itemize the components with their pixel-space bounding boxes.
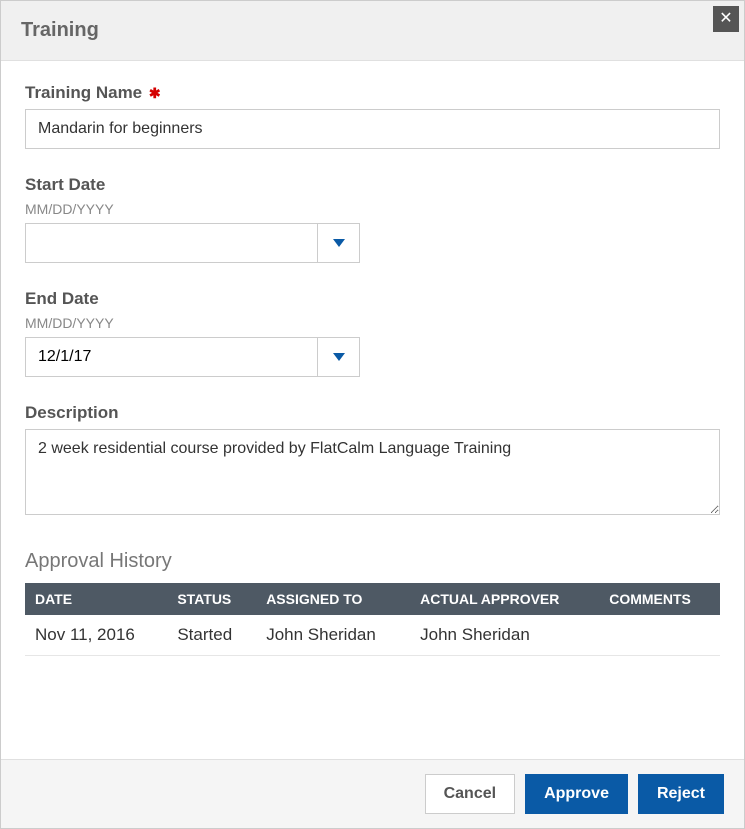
approve-button[interactable]: Approve <box>525 774 628 814</box>
dialog-header: Training ✕ <box>1 1 744 61</box>
start-date-wrap <box>25 223 360 263</box>
description-label: Description <box>25 403 720 423</box>
chevron-down-icon <box>333 239 345 247</box>
description-input[interactable] <box>25 429 720 515</box>
col-assigned-to: ASSIGNED TO <box>256 583 410 615</box>
start-date-label: Start Date <box>25 175 720 195</box>
approval-history-table: DATE STATUS ASSIGNED TO ACTUAL APPROVER … <box>25 583 720 656</box>
start-date-picker-button[interactable] <box>317 224 359 262</box>
training-dialog: Training ✕ Training Name ✱ Start Date MM… <box>0 0 745 829</box>
dialog-body: Training Name ✱ Start Date MM/DD/YYYY En… <box>1 61 744 759</box>
col-actual-approver: ACTUAL APPROVER <box>410 583 599 615</box>
col-status: STATUS <box>167 583 256 615</box>
col-date: DATE <box>25 583 167 615</box>
cell-comments <box>599 615 720 656</box>
start-date-hint: MM/DD/YYYY <box>25 201 720 217</box>
cell-status: Started <box>167 615 256 656</box>
end-date-label: End Date <box>25 289 720 309</box>
training-name-input[interactable] <box>25 109 720 149</box>
required-asterisk-icon: ✱ <box>149 85 161 101</box>
col-comments: COMMENTS <box>599 583 720 615</box>
cell-assigned-to: John Sheridan <box>256 615 410 656</box>
table-row: Nov 11, 2016 Started John Sheridan John … <box>25 615 720 656</box>
close-icon: ✕ <box>719 10 732 27</box>
start-date-field: Start Date MM/DD/YYYY <box>25 175 720 263</box>
cell-actual-approver: John Sheridan <box>410 615 599 656</box>
start-date-input[interactable] <box>26 224 317 262</box>
chevron-down-icon <box>333 353 345 361</box>
end-date-picker-button[interactable] <box>317 338 359 376</box>
training-name-label-text: Training Name <box>25 83 142 102</box>
end-date-hint: MM/DD/YYYY <box>25 315 720 331</box>
approval-history-title: Approval History <box>25 550 720 573</box>
training-name-field: Training Name ✱ <box>25 83 720 149</box>
cancel-button[interactable]: Cancel <box>425 774 515 814</box>
training-name-label: Training Name ✱ <box>25 83 720 103</box>
description-field: Description <box>25 403 720 520</box>
end-date-input[interactable] <box>26 338 317 376</box>
end-date-field: End Date MM/DD/YYYY <box>25 289 720 377</box>
close-button[interactable]: ✕ <box>713 6 739 32</box>
end-date-wrap <box>25 337 360 377</box>
reject-button[interactable]: Reject <box>638 774 724 814</box>
dialog-title: Training <box>21 19 99 42</box>
cell-date: Nov 11, 2016 <box>25 615 167 656</box>
table-header-row: DATE STATUS ASSIGNED TO ACTUAL APPROVER … <box>25 583 720 615</box>
dialog-footer: Cancel Approve Reject <box>1 759 744 828</box>
